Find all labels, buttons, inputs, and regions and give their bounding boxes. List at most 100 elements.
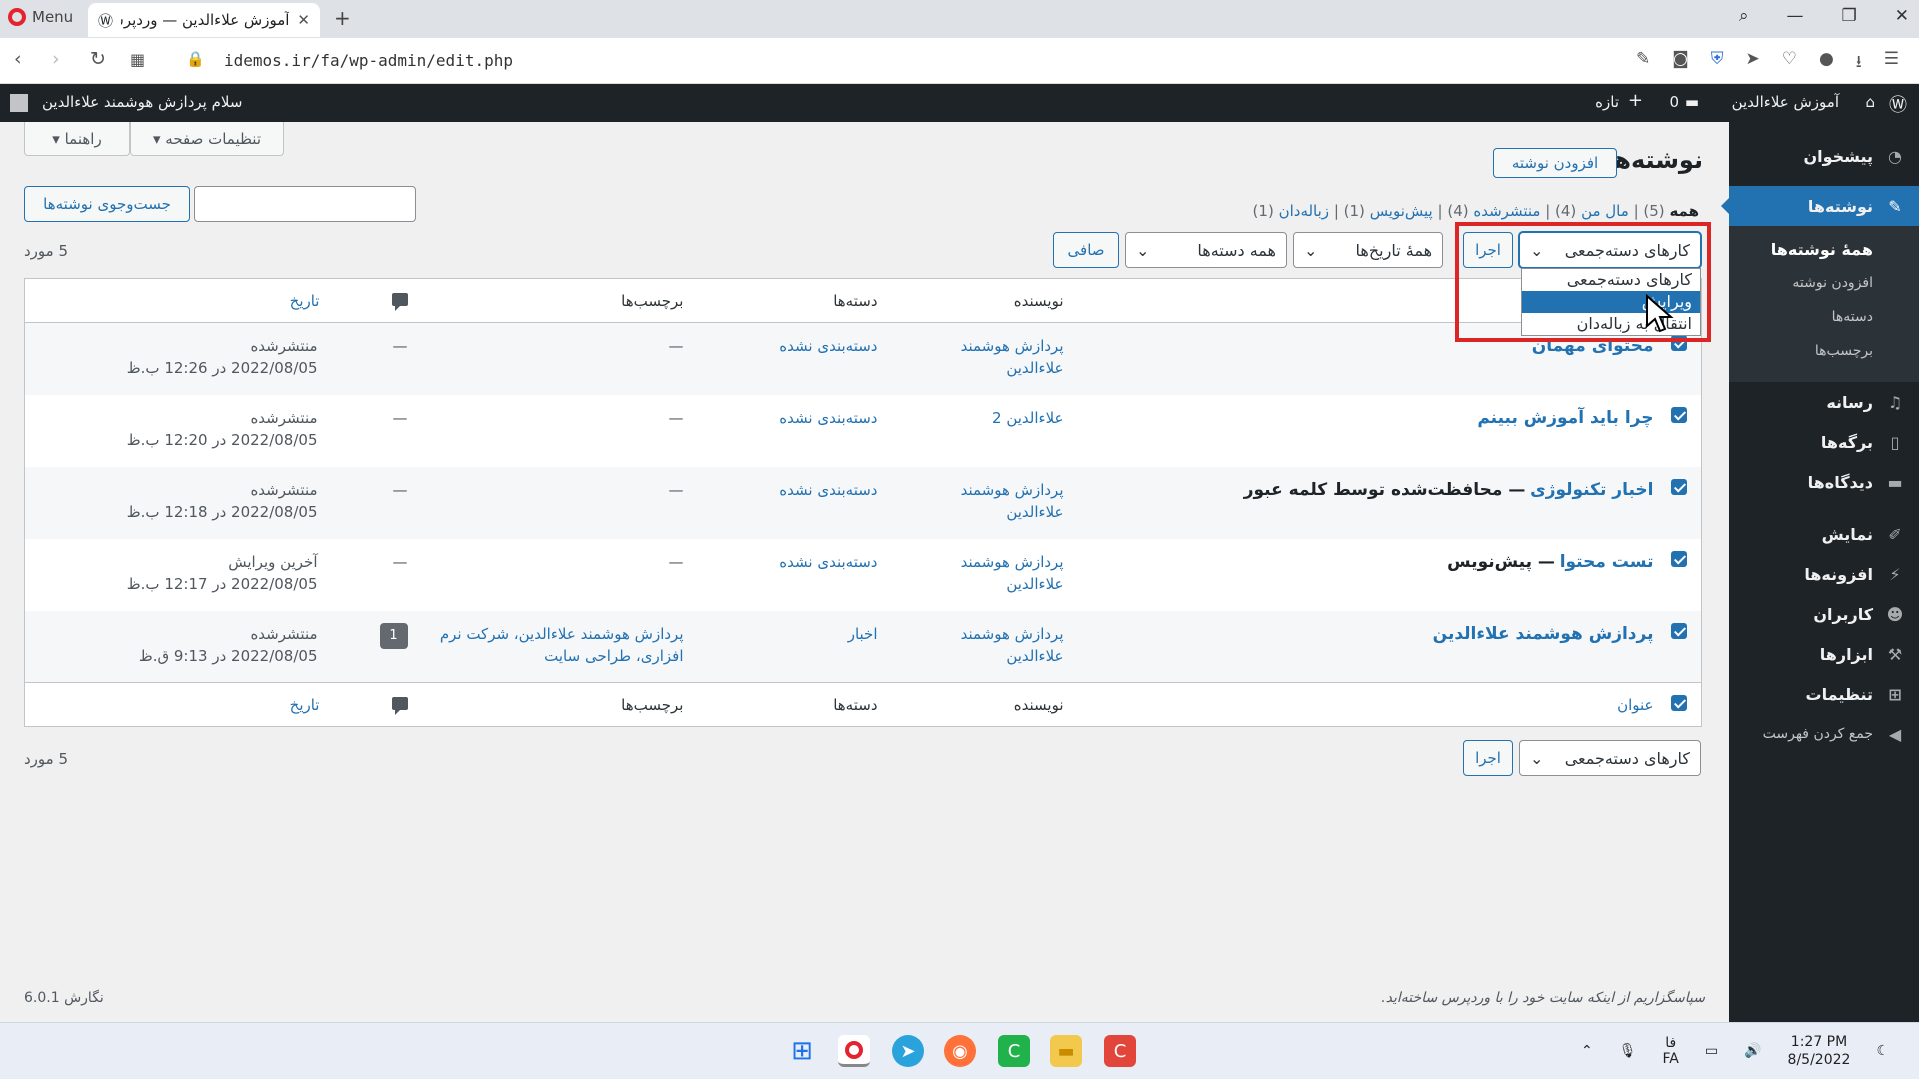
new-tab-icon[interactable]: + bbox=[334, 6, 351, 30]
comments-count[interactable]: 0 bbox=[1669, 93, 1679, 111]
network-icon[interactable]: ▭ bbox=[1705, 1043, 1718, 1059]
lock-icon[interactable]: 🔒 bbox=[186, 50, 205, 68]
language-indicator[interactable]: فا FA bbox=[1663, 1035, 1679, 1067]
comment-count-bubble[interactable]: 1 bbox=[379, 622, 408, 649]
comments-icon[interactable]: ▬ bbox=[1685, 93, 1699, 111]
send-icon[interactable]: ➤ bbox=[1745, 49, 1759, 78]
volume-icon[interactable]: 🔊 bbox=[1744, 1043, 1761, 1059]
sidebar-item-media[interactable]: ♫ رسانه bbox=[1729, 382, 1919, 422]
category-filter-select[interactable]: همه دسته‌ها ⌄ bbox=[1125, 232, 1287, 268]
sidebar-item-tools[interactable]: ⚒ ابزارها bbox=[1729, 634, 1919, 674]
submenu-categories[interactable]: دسته‌ها bbox=[1729, 300, 1919, 334]
category-link[interactable]: دسته‌بندی نشده bbox=[779, 553, 877, 571]
filter-published[interactable]: منتشرشده bbox=[1473, 202, 1540, 220]
url-field[interactable]: idemos.ir/fa/wp-admin/edit.php bbox=[224, 51, 513, 70]
category-link[interactable]: اخبار bbox=[848, 625, 878, 643]
column-title-footer[interactable]: عنوان bbox=[1617, 696, 1653, 714]
minimize-icon[interactable]: — bbox=[1787, 6, 1804, 26]
search-tabs-icon[interactable]: ⌕ bbox=[1739, 6, 1749, 26]
easy-setup-icon[interactable]: ☰ bbox=[1884, 49, 1899, 78]
new-content-link[interactable]: تازه bbox=[1595, 93, 1619, 111]
avatar[interactable] bbox=[10, 94, 28, 112]
file-explorer-icon[interactable]: ▬ bbox=[1050, 1035, 1082, 1067]
wordpress-logo-icon[interactable]: Ⓦ bbox=[1889, 91, 1907, 117]
author-link[interactable]: پردازش هوشمند علاءالدین bbox=[954, 623, 1064, 667]
sidebar-item-comments[interactable]: ▬ دیدگاه‌ها bbox=[1729, 462, 1919, 502]
category-link[interactable]: دسته‌بندی نشده bbox=[779, 409, 877, 427]
submenu-add-new[interactable]: افزودن نوشته bbox=[1729, 266, 1919, 300]
filter-mine[interactable]: مال من bbox=[1581, 202, 1629, 220]
howdy-greeting[interactable]: سلام پردازش هوشمند علاءالدین bbox=[42, 93, 242, 111]
new-plus-icon[interactable]: + bbox=[1628, 90, 1643, 111]
sidebar-item-appearance[interactable]: ✐ نمایش bbox=[1729, 514, 1919, 554]
browser-tab[interactable]: Ⓦ آموزش علاءالدین — وردپرس ✕ bbox=[88, 3, 320, 37]
edit-icon[interactable]: ✎ bbox=[1636, 49, 1650, 78]
shield-icon[interactable]: ⛨ bbox=[1711, 49, 1724, 78]
sidebar-item-settings[interactable]: ⊞ تنظیمات bbox=[1729, 674, 1919, 714]
site-name-link[interactable]: آموزش علاءالدین bbox=[1732, 93, 1839, 111]
submenu-tags[interactable]: برچسب‌ها bbox=[1729, 334, 1919, 368]
post-title-link[interactable]: اخبار تکنولوژی bbox=[1530, 480, 1653, 500]
row-checkbox[interactable] bbox=[1671, 406, 1687, 423]
filter-button[interactable]: صافی bbox=[1053, 232, 1119, 268]
search-input[interactable] bbox=[194, 186, 416, 222]
author-link[interactable]: پردازش هوشمند علاءالدین bbox=[954, 551, 1064, 595]
category-link[interactable]: دسته‌بندی نشده bbox=[779, 337, 877, 355]
screen-options-tab[interactable]: تنظیمات صفحه ▾ bbox=[130, 122, 284, 156]
camtasia-green-icon[interactable]: C bbox=[998, 1035, 1030, 1067]
comments-column-icon[interactable] bbox=[391, 292, 408, 311]
clock[interactable]: 1:27 PM 8/5/2022 bbox=[1788, 1033, 1851, 1069]
tags-links[interactable]: پردازش هوشمند علاءالدین، شرکت نرم افزاری… bbox=[424, 623, 684, 667]
author-link[interactable]: پردازش هوشمند علاءالدین bbox=[954, 479, 1064, 523]
search-posts-button[interactable]: جست‌وجوی نوشته‌ها bbox=[24, 186, 190, 222]
camera-icon[interactable]: ◙ bbox=[1672, 49, 1689, 78]
camtasia-red-icon[interactable]: C bbox=[1104, 1035, 1136, 1067]
collapse-menu-button[interactable]: ◀ جمع کردن فهرست bbox=[1729, 714, 1919, 754]
telegram-icon[interactable]: ➤ bbox=[892, 1035, 924, 1067]
column-date[interactable]: تاریخ bbox=[290, 292, 320, 310]
sidebar-item-pages[interactable]: ▯ برگه‌ها bbox=[1729, 422, 1919, 462]
bulk-actions-select-bottom[interactable]: کارهای دسته‌جمعی ⌄ bbox=[1519, 740, 1701, 776]
row-checkbox[interactable] bbox=[1671, 550, 1687, 567]
category-link[interactable]: دسته‌بندی نشده bbox=[779, 481, 877, 499]
filter-trash[interactable]: زباله‌دان bbox=[1279, 202, 1329, 220]
speed-dial-icon[interactable]: ▦ bbox=[130, 50, 145, 69]
author-link[interactable]: علاءالدین 2 bbox=[954, 407, 1063, 429]
row-checkbox[interactable] bbox=[1671, 622, 1687, 639]
post-title-link[interactable]: چرا باید آموزش ببینم bbox=[1477, 408, 1653, 428]
select-all-checkbox-footer[interactable] bbox=[1671, 694, 1687, 711]
close-tab-icon[interactable]: ✕ bbox=[297, 11, 310, 29]
date-filter-select[interactable]: همهٔ تاریخ‌ها ⌄ bbox=[1293, 232, 1443, 268]
firefox-icon[interactable]: ◉ bbox=[944, 1035, 976, 1067]
notification-icon[interactable]: ☾ bbox=[1876, 1043, 1889, 1059]
sidebar-item-posts[interactable]: ✎ نوشته‌ها bbox=[1721, 186, 1919, 226]
column-date-footer[interactable]: تاریخ bbox=[290, 696, 320, 714]
maximize-icon[interactable]: ❐ bbox=[1842, 6, 1857, 26]
filter-all[interactable]: همه bbox=[1669, 202, 1699, 220]
add-new-post-button[interactable]: افزودن نوشته bbox=[1493, 148, 1617, 178]
forward-icon[interactable]: › bbox=[52, 48, 60, 70]
filter-drafts[interactable]: پیش‌نویس bbox=[1370, 202, 1433, 220]
home-icon[interactable]: ⌂ bbox=[1865, 93, 1875, 111]
row-checkbox[interactable] bbox=[1671, 478, 1687, 495]
apply-bulk-button-bottom[interactable]: اجرا bbox=[1463, 740, 1513, 776]
back-icon[interactable]: ‹ bbox=[14, 48, 22, 70]
post-title-link[interactable]: تست محتوا bbox=[1560, 552, 1654, 572]
post-title-link[interactable]: پردازش هوشمند علاءالدین bbox=[1433, 624, 1654, 644]
windows-start-icon[interactable]: ⊞ bbox=[786, 1035, 818, 1067]
sidebar-item-dashboard[interactable]: ◔ پیشخوان bbox=[1729, 136, 1919, 176]
profile-icon[interactable]: ● bbox=[1819, 49, 1834, 78]
opera-menu-button[interactable]: Menu bbox=[8, 8, 73, 26]
author-link[interactable]: پردازش هوشمند علاءالدین bbox=[954, 335, 1064, 379]
chevron-up-icon[interactable]: ⌃ bbox=[1581, 1043, 1593, 1059]
reload-icon[interactable]: ↻ bbox=[90, 48, 106, 70]
comments-column-icon[interactable] bbox=[391, 696, 408, 715]
sidebar-item-users[interactable]: ☻ کاربران bbox=[1729, 594, 1919, 634]
help-tab[interactable]: راهنما ▾ bbox=[24, 122, 130, 156]
opera-taskbar-icon[interactable] bbox=[838, 1035, 870, 1067]
heart-icon[interactable]: ♡ bbox=[1782, 49, 1797, 78]
microphone-icon[interactable]: 🎙 bbox=[1619, 1043, 1637, 1059]
submenu-all-posts[interactable]: همهٔ نوشته‌ها bbox=[1729, 232, 1919, 266]
download-icon[interactable]: ⭳ bbox=[1856, 49, 1862, 78]
sidebar-item-plugins[interactable]: ⚡ افزونه‌ها bbox=[1729, 554, 1919, 594]
